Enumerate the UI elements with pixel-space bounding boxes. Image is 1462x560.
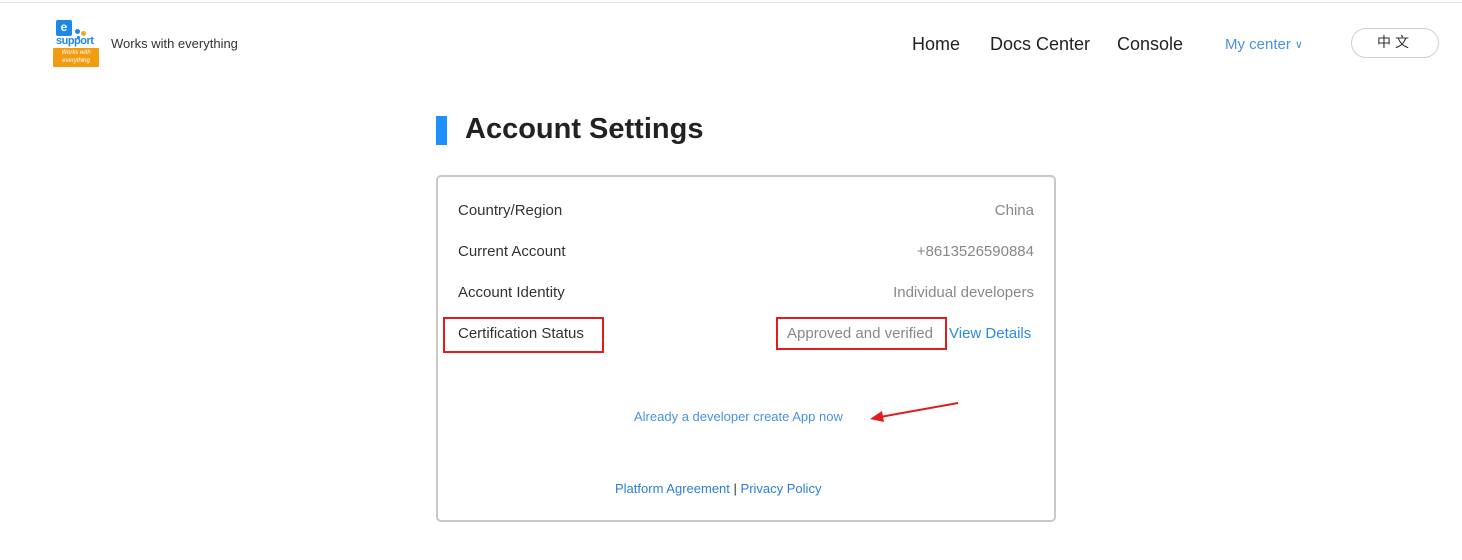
logo-dot — [75, 29, 80, 34]
page-title: Account Settings — [465, 113, 704, 145]
footer-links: Platform Agreement | Privacy Policy — [615, 481, 821, 496]
country-region-label: Country/Region — [458, 202, 563, 219]
account-identity-value: Individual developers — [893, 284, 1034, 301]
logo-e-mark: e — [56, 20, 72, 36]
highlight-box-certification-value — [776, 317, 947, 350]
nav-home[interactable]: Home — [912, 34, 960, 55]
annotation-arrow-icon — [870, 402, 959, 422]
chevron-down-icon: ∨ — [1294, 39, 1303, 51]
language-switch-button[interactable]: 中文 — [1351, 28, 1439, 58]
highlight-box-certification-label — [443, 317, 604, 353]
country-region-value: China — [994, 202, 1034, 219]
nav-console[interactable]: Console — [1117, 34, 1183, 55]
account-identity-label: Account Identity — [458, 284, 565, 301]
logo-badge: Works with everything — [53, 48, 99, 67]
nav-my-center-label: My center — [1225, 36, 1291, 53]
platform-agreement-link[interactable]: Platform Agreement — [615, 481, 730, 496]
site-tagline: Works with everything — [111, 36, 238, 51]
top-border — [0, 2, 1462, 3]
view-details-link[interactable]: View Details — [949, 325, 1031, 342]
create-app-link[interactable]: Already a developer create App now — [634, 409, 843, 424]
nav-my-center-dropdown[interactable]: My center ∨ — [1225, 36, 1303, 53]
current-account-label: Current Account — [458, 243, 566, 260]
privacy-policy-link[interactable]: Privacy Policy — [741, 481, 822, 496]
esupport-logo[interactable]: e support Works with everything — [53, 20, 99, 68]
footer-separator: | — [733, 481, 737, 496]
current-account-value: +8613526590884 — [916, 243, 1034, 260]
logo-word: support — [56, 35, 94, 47]
nav-docs-center[interactable]: Docs Center — [990, 34, 1090, 55]
title-accent-bar — [436, 116, 447, 145]
